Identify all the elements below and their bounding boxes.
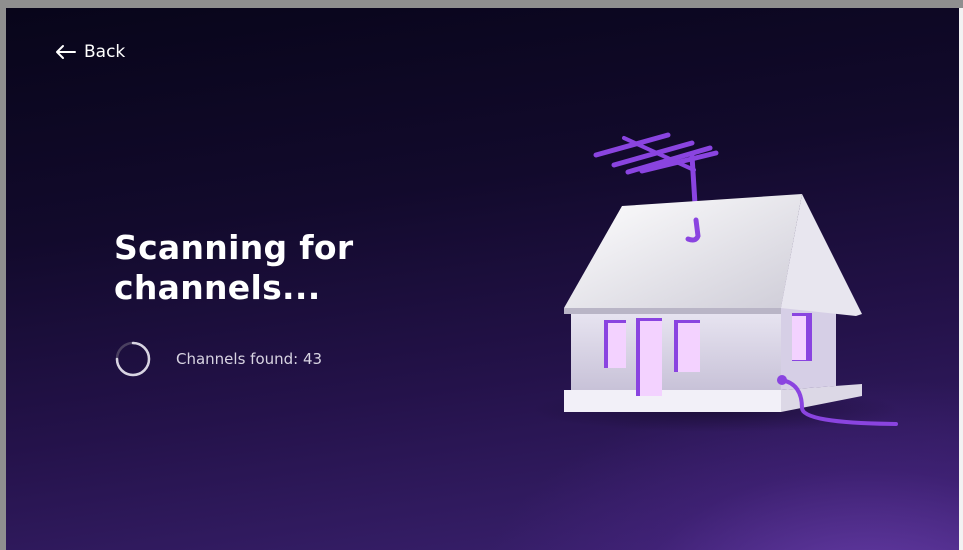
- back-label: Back: [84, 42, 126, 62]
- house-antenna-illustration: [526, 118, 906, 452]
- scan-screen: Back Scanning for channels... Channels f…: [6, 8, 963, 550]
- tv-frame: Back Scanning for channels... Channels f…: [0, 0, 963, 550]
- loading-spinner-icon: [114, 340, 152, 378]
- page-title: Scanning for channels...: [114, 228, 354, 307]
- back-button[interactable]: Back: [54, 42, 125, 62]
- channels-found-text: Channels found: 43: [176, 350, 323, 368]
- frame-edge: [959, 8, 963, 550]
- scan-status: Channels found: 43: [114, 340, 322, 378]
- arrow-left-icon: [54, 44, 76, 60]
